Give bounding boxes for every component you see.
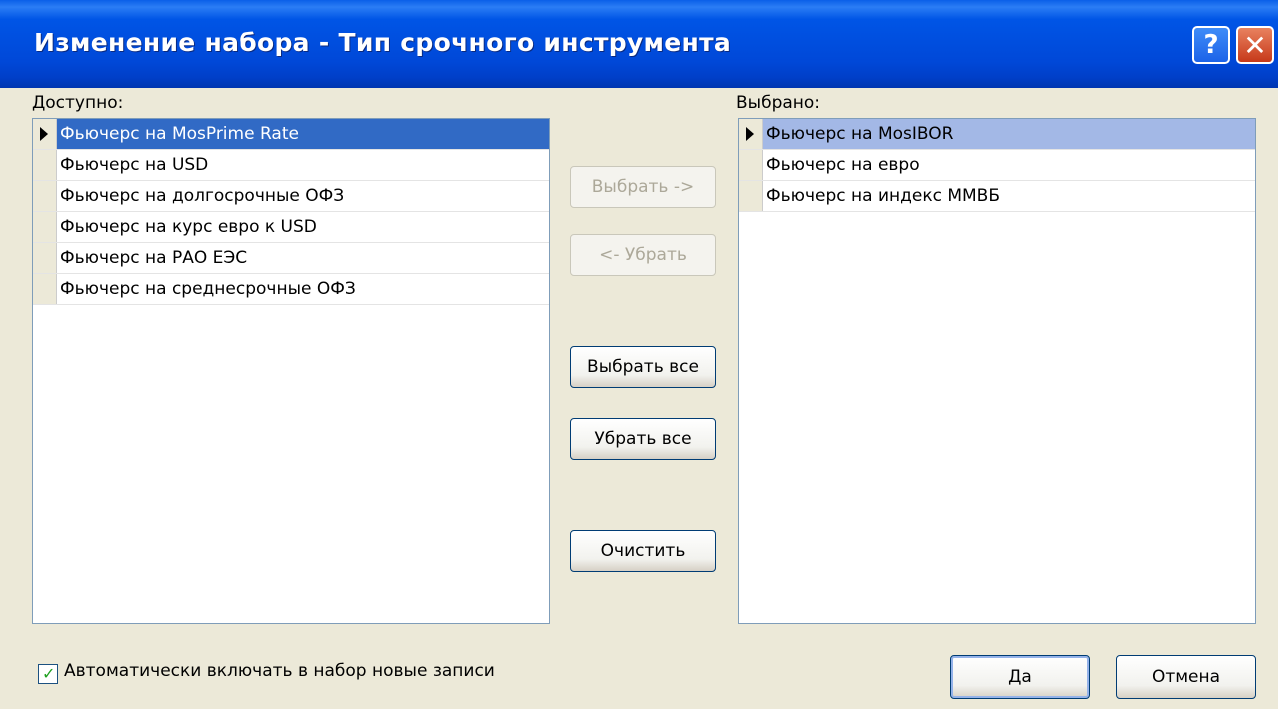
list-item[interactable]: Фьючерс на евро (739, 150, 1255, 181)
auto-include-checkbox[interactable]: ✓ (38, 664, 58, 684)
list-item[interactable]: Фьючерс на индекс ММВБ (739, 181, 1255, 212)
list-item[interactable]: Фьючерс на курс евро к USD (33, 212, 549, 243)
list-item-label: Фьючерс на долгосрочные ОФЗ (60, 186, 345, 206)
clear-button[interactable]: Очистить (570, 530, 716, 572)
auto-include-label[interactable]: Автоматически включать в набор новые зап… (64, 661, 495, 681)
list-item[interactable]: Фьючерс на РАО ЕЭС (33, 243, 549, 274)
row-indicator (739, 181, 763, 211)
title-bar[interactable]: Изменение набора - Тип срочного инструме… (0, 0, 1278, 88)
available-label: Доступно: (32, 93, 124, 113)
current-row-arrow-icon (40, 127, 48, 141)
row-indicator (33, 243, 57, 273)
selected-label: Выбрано: (736, 93, 821, 113)
cancel-button[interactable]: Отмена (1116, 655, 1256, 699)
row-indicator (739, 119, 763, 149)
row-indicator (33, 181, 57, 211)
row-indicator (33, 119, 57, 149)
list-item-label: Фьючерс на USD (60, 155, 209, 175)
list-item[interactable]: Фьючерс на MosIBOR (739, 119, 1255, 150)
list-item-label: Фьючерс на среднесрочные ОФЗ (60, 279, 356, 299)
row-indicator (739, 150, 763, 180)
list-item-label: Фьючерс на РАО ЕЭС (60, 248, 248, 268)
current-row-arrow-icon (746, 127, 754, 141)
list-item[interactable]: Фьючерс на долгосрочные ОФЗ (33, 181, 549, 212)
remove-all-button[interactable]: Убрать все (570, 418, 716, 460)
list-item-label: Фьючерс на MosPrime Rate (60, 124, 299, 144)
help-icon: ? (1203, 30, 1219, 60)
help-button[interactable]: ? (1192, 26, 1230, 64)
row-indicator (33, 212, 57, 242)
available-list[interactable]: Фьючерс на MosPrime Rate Фьючерс на USD … (32, 118, 550, 624)
close-icon: ✕ (1243, 28, 1267, 62)
add-all-button[interactable]: Выбрать все (570, 346, 716, 388)
list-item-label: Фьючерс на индекс ММВБ (766, 186, 1000, 206)
dialog-window: Изменение набора - Тип срочного инструме… (0, 0, 1278, 709)
list-item-label: Фьючерс на MosIBOR (766, 124, 954, 144)
list-item[interactable]: Фьючерс на MosPrime Rate (33, 119, 549, 150)
list-item-label: Фьючерс на евро (766, 155, 920, 175)
list-item[interactable]: Фьючерс на среднесрочные ОФЗ (33, 274, 549, 305)
close-button[interactable]: ✕ (1236, 26, 1274, 64)
selected-list[interactable]: Фьючерс на MosIBOR Фьючерс на евро Фьюче… (738, 118, 1256, 624)
window-title: Изменение набора - Тип срочного инструме… (34, 28, 732, 57)
remove-button[interactable]: <- Убрать (570, 234, 716, 276)
checkmark-icon: ✓ (42, 664, 56, 683)
row-indicator (33, 274, 57, 304)
add-button[interactable]: Выбрать -> (570, 166, 716, 208)
list-item[interactable]: Фьючерс на USD (33, 150, 549, 181)
row-indicator (33, 150, 57, 180)
ok-button[interactable]: Да (950, 655, 1090, 699)
list-item-label: Фьючерс на курс евро к USD (60, 217, 317, 237)
